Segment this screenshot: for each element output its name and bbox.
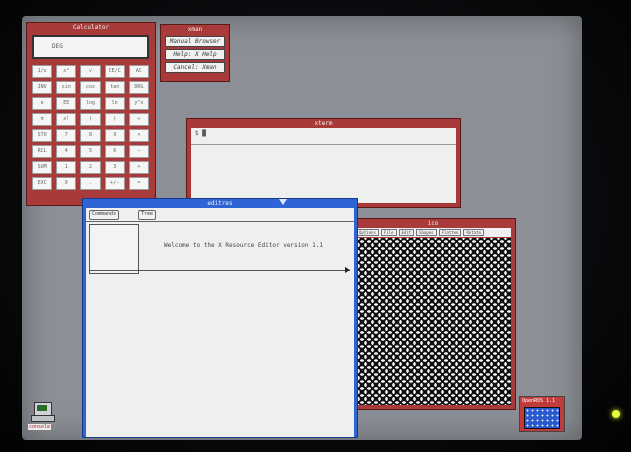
calculator-key[interactable]: 4 <box>56 145 77 158</box>
calculator-key[interactable]: ) <box>104 113 125 126</box>
woven-pattern-canvas[interactable] <box>355 238 511 405</box>
calculator-key[interactable]: EE <box>56 97 77 110</box>
calculator-key[interactable]: ( <box>80 113 101 126</box>
calculator-key[interactable]: 7 <box>56 129 77 142</box>
calculator-key[interactable]: 2 <box>80 161 101 174</box>
menu-shapes[interactable]: Shapes <box>416 229 437 236</box>
quit-button[interactable]: Cancel: Xman <box>165 62 225 73</box>
calculator-key[interactable]: e <box>32 97 53 110</box>
calculator-key[interactable]: +/- <box>104 177 125 190</box>
calculator-key[interactable]: = <box>128 177 149 190</box>
calculator-key[interactable]: ÷ <box>128 113 149 126</box>
xterm-title[interactable]: xterm <box>187 119 460 128</box>
appmenu-icon[interactable]: OpenROS 1.1 <box>519 396 565 432</box>
calculator-key[interactable]: x² <box>56 65 77 78</box>
menu-file[interactable]: File <box>380 229 397 236</box>
xman-title[interactable]: xman <box>161 25 229 34</box>
xterm-terminal[interactable]: $ █ <box>191 128 456 203</box>
calculator-key[interactable]: cos <box>80 81 101 94</box>
desktop-screen: Calculator DEG 1/x x² √ CE/C AC INV sin cos tan D… <box>22 16 582 440</box>
calculator-key[interactable]: y^x <box>128 97 149 110</box>
triangle-down-icon <box>279 199 287 205</box>
calculator-key[interactable]: + <box>128 161 149 174</box>
menu-rotate[interactable]: Rotate <box>463 229 484 236</box>
calculator-key[interactable]: SUM <box>32 161 53 174</box>
xman-window[interactable]: xman Manual Browser Help: X Help Cancel:… <box>160 24 230 82</box>
calculator-keypad: 1/x x² √ CE/C AC INV sin cos tan DRG e EE log ln y^x π x… <box>32 65 149 190</box>
ico-title[interactable]: ico <box>351 219 515 228</box>
appmenu-label: OpenROS 1.1 <box>522 398 556 404</box>
calculator-key[interactable]: ln <box>104 97 125 110</box>
calculator-key[interactable]: − <box>128 145 149 158</box>
calculator-key[interactable]: x! <box>56 113 77 126</box>
calculator-key[interactable]: EXC <box>32 177 53 190</box>
arrow-right-icon <box>345 267 350 273</box>
editres-window[interactable]: editres Commands Tree Welcome to the X R… <box>82 198 358 438</box>
screen-glare <box>612 410 620 418</box>
calculator-display: DEG <box>32 35 149 59</box>
calculator-key[interactable]: DRG <box>128 81 149 94</box>
tab-tree[interactable]: Tree <box>138 210 157 220</box>
calculator-key[interactable]: . <box>80 177 101 190</box>
calculator-key[interactable]: RCL <box>32 145 53 158</box>
manual-browser-button[interactable]: Manual Browser <box>165 36 225 47</box>
menu-edit[interactable]: Edit <box>398 229 415 236</box>
calculator-key[interactable]: 1 <box>56 161 77 174</box>
calculator-key[interactable]: 5 <box>80 145 101 158</box>
calculator-key[interactable]: 9 <box>104 129 125 142</box>
calculator-key[interactable]: 3 <box>104 161 125 174</box>
menu-options[interactable]: Options <box>356 229 379 236</box>
calculator-key[interactable]: 0 <box>56 177 77 190</box>
console-icon-label[interactable]: console <box>28 424 52 430</box>
calculator-key[interactable]: AC <box>128 65 149 78</box>
editres-body: Commands Tree Welcome to the X Resource … <box>86 208 354 437</box>
calculator-key[interactable]: 8 <box>80 129 101 142</box>
welcome-message: Welcome to the X Resource Editor version… <box>164 242 323 249</box>
calculator-key[interactable]: 1/x <box>32 65 53 78</box>
editres-toolbar-divider <box>86 221 354 222</box>
calculator-key[interactable]: CE/C <box>104 65 125 78</box>
calculator-key[interactable]: 6 <box>104 145 125 158</box>
appmenu-screen-icon <box>524 407 560 429</box>
xterm-prompt: $ █ <box>195 130 206 137</box>
calculator-key[interactable]: √ <box>80 65 101 78</box>
tab-commands[interactable]: Commands <box>89 210 120 220</box>
help-button[interactable]: Help: X Help <box>165 49 225 60</box>
xterm-divider <box>191 144 456 145</box>
calculator-key[interactable]: STO <box>32 129 53 142</box>
menu-flatten[interactable]: Flatten <box>438 229 462 236</box>
ico-menubar: Options File Edit Shapes Flatten Rotate <box>355 228 511 237</box>
calculator-key[interactable]: π <box>32 113 53 126</box>
tree-panner[interactable] <box>89 224 139 274</box>
message-divider <box>90 270 350 271</box>
calculator-key[interactable]: tan <box>104 81 125 94</box>
editres-title[interactable]: editres <box>83 199 357 208</box>
calculator-key[interactable]: INV <box>32 81 53 94</box>
calculator-key[interactable]: × <box>128 129 149 142</box>
calculator-title[interactable]: Calculator <box>27 23 155 32</box>
calculator-window[interactable]: Calculator DEG 1/x x² √ CE/C AC INV sin cos tan D… <box>26 22 156 206</box>
calculator-key[interactable]: log <box>80 97 101 110</box>
xterm-window[interactable]: xterm $ █ <box>186 118 461 208</box>
ico-window[interactable]: ico Options File Edit Shapes Flatten Rot… <box>350 218 516 410</box>
calculator-key[interactable]: sin <box>56 81 77 94</box>
